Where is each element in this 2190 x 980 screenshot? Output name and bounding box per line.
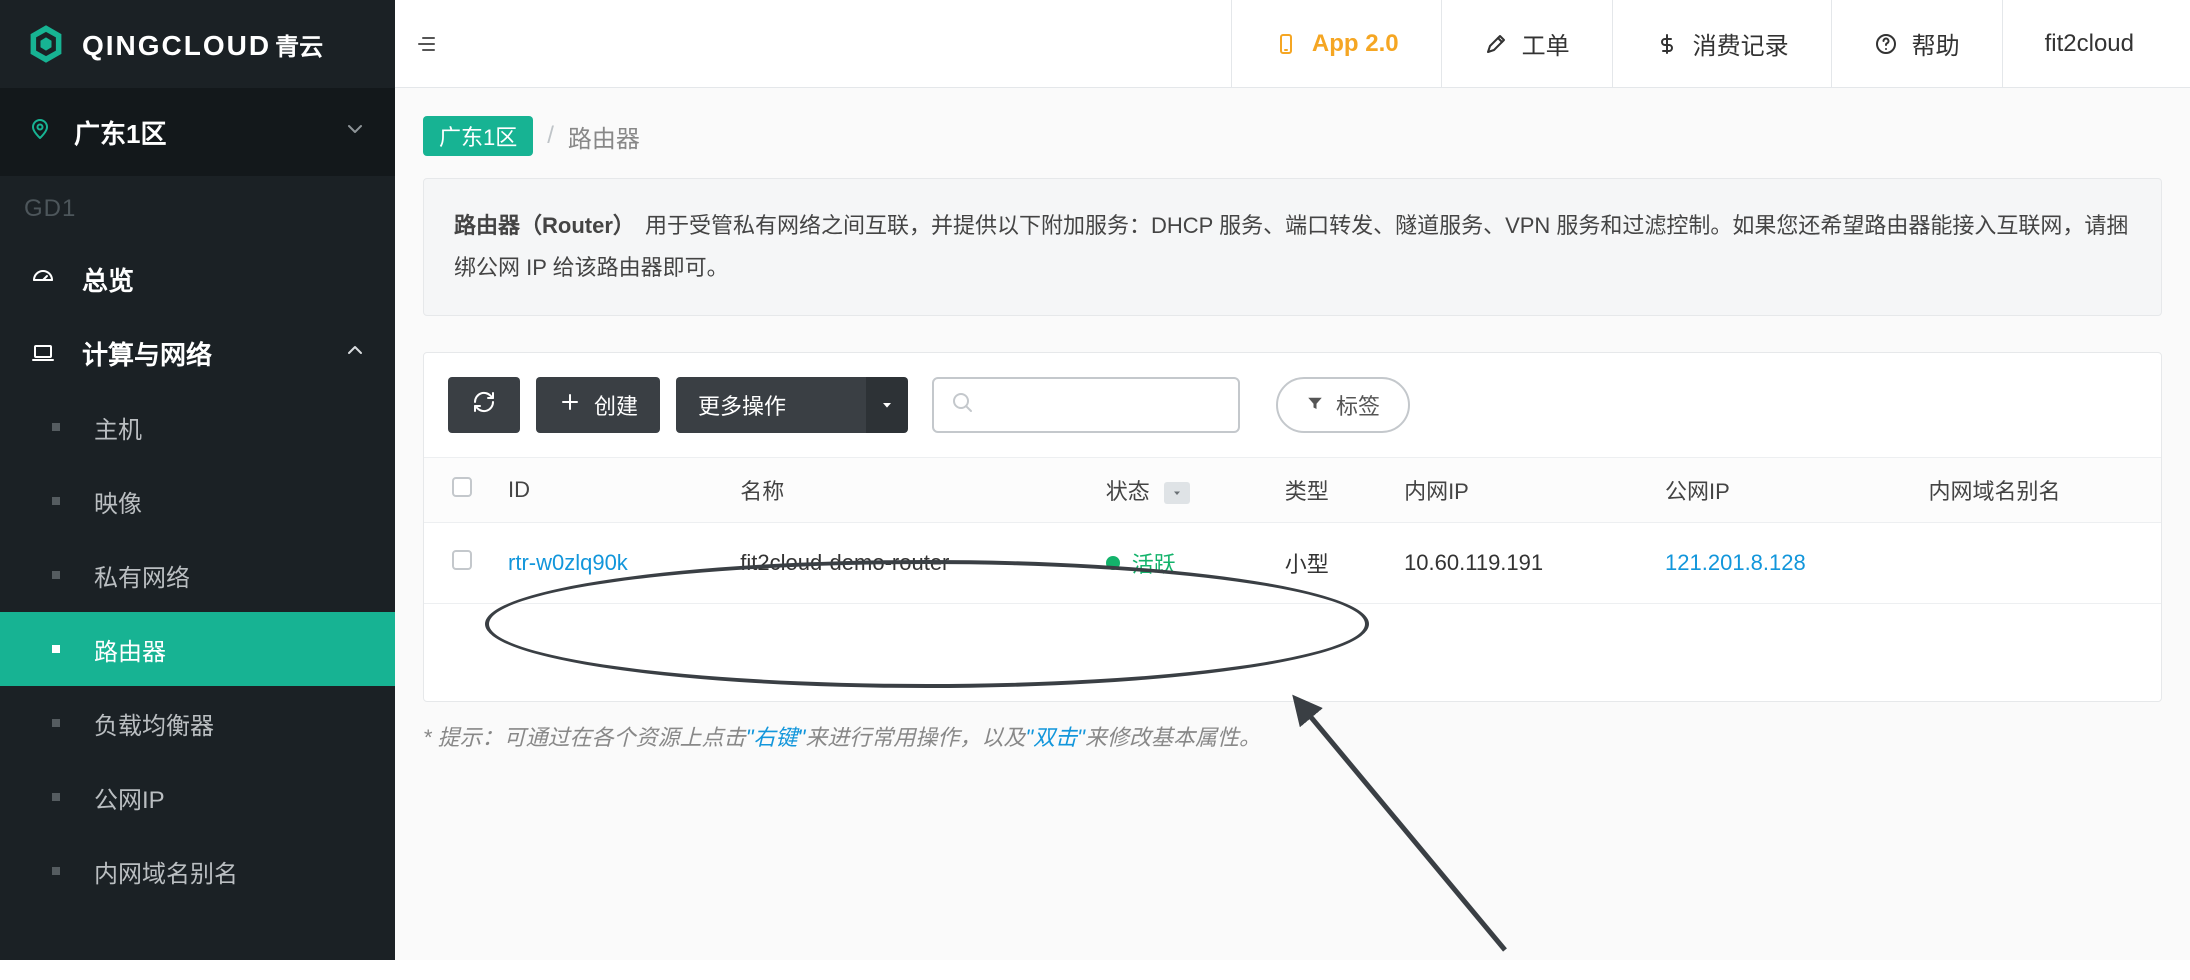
bullet-icon <box>52 793 60 801</box>
th-private-ip: 内网IP <box>1386 457 1647 522</box>
search-input[interactable] <box>986 392 1274 418</box>
more-actions-label: 更多操作 <box>698 389 786 421</box>
tag-filter-label: 标签 <box>1336 389 1380 421</box>
bullet-icon <box>52 719 60 727</box>
region-label: 广东1区 <box>74 114 343 151</box>
chevron-up-icon <box>343 338 367 368</box>
topbar-app-label: App 2.0 <box>1312 30 1399 58</box>
topbar-app[interactable]: App 2.0 <box>1231 0 1441 87</box>
sidebar-item-label: 主机 <box>94 410 142 445</box>
tag-filter-button[interactable]: 标签 <box>1276 377 1410 433</box>
row-alias <box>1910 522 2161 603</box>
sidebar-item-label: 映像 <box>94 484 142 519</box>
help-icon <box>1874 32 1898 56</box>
status-filter-dropdown[interactable] <box>1164 482 1190 504</box>
bullet-icon <box>52 497 60 505</box>
search-box[interactable] <box>932 377 1240 433</box>
topbar: App 2.0 工单 消费记录 帮助 fit2cloud <box>395 0 2190 88</box>
topbar-ticket[interactable]: 工单 <box>1441 0 1612 87</box>
dashboard-icon <box>28 267 58 291</box>
region-code: GD1 <box>0 176 395 242</box>
caret-down-icon <box>343 117 367 147</box>
sidebar-item-label: 公网IP <box>94 780 165 815</box>
table-header-row: ID 名称 状态 类型 内网IP 公网IP 内网域名别名 <box>424 457 2161 522</box>
filter-icon <box>1306 392 1324 418</box>
topbar-billing[interactable]: 消费记录 <box>1612 0 1831 87</box>
sidebar: QINGCLOUD青云 广东1区 GD1 总览 计算与网络 主机映像私有网络路由… <box>0 0 395 960</box>
sidebar-item-label: 路由器 <box>94 632 166 667</box>
sidebar-item-0[interactable]: 主机 <box>0 390 395 464</box>
topbar-help-label: 帮助 <box>1912 26 1960 61</box>
row-name: fit2cloud-demo-router <box>722 522 1087 603</box>
router-panel: 创建 更多操作 标签 ID 名称 状 <box>423 352 2162 702</box>
refresh-icon <box>472 390 496 420</box>
sidebar-item-6[interactable]: 内网域名别名 <box>0 834 395 908</box>
row-id-link[interactable]: rtr-w0zlq90k <box>508 550 628 575</box>
bullet-icon <box>52 423 60 431</box>
breadcrumb: 广东1区 / 路由器 <box>395 88 2190 174</box>
row-checkbox[interactable] <box>452 550 472 570</box>
brand[interactable]: QINGCLOUD青云 <box>0 0 395 88</box>
row-type: 小型 <box>1267 522 1386 603</box>
info-banner: 路由器（Router） 用于受管私有网络之间互联，并提供以下附加服务：DHCP … <box>423 178 2162 316</box>
brand-logo-icon <box>24 22 68 66</box>
caret-down-icon <box>866 377 908 433</box>
info-title: 路由器（Router） <box>454 213 635 238</box>
ticket-icon <box>1484 32 1508 56</box>
select-all-checkbox[interactable] <box>452 477 472 497</box>
info-text: 用于受管私有网络之间互联，并提供以下附加服务：DHCP 服务、端口转发、隧道服务… <box>454 213 2128 280</box>
breadcrumb-separator: / <box>547 122 554 150</box>
row-private-ip: 10.60.119.191 <box>1386 522 1647 603</box>
th-alias: 内网域名别名 <box>1910 457 2161 522</box>
th-status: 状态 <box>1088 457 1267 522</box>
refresh-button[interactable] <box>448 377 520 433</box>
topbar-help[interactable]: 帮助 <box>1831 0 2002 87</box>
create-button-label: 创建 <box>594 389 638 421</box>
sidebar-item-1[interactable]: 映像 <box>0 464 395 538</box>
main-content: 广东1区 / 路由器 路由器（Router） 用于受管私有网络之间互联，并提供以… <box>395 88 2190 960</box>
region-selector[interactable]: 广东1区 <box>0 88 395 176</box>
sidebar-item-label: 私有网络 <box>94 558 190 593</box>
more-actions-select[interactable]: 更多操作 <box>676 377 900 433</box>
status-dot-icon <box>1106 556 1120 570</box>
table-row[interactable]: rtr-w0zlq90k fit2cloud-demo-router 活跃 小型10.… <box>424 522 2161 603</box>
th-public-ip: 公网IP <box>1647 457 1910 522</box>
sidebar-group-compute[interactable]: 计算与网络 <box>0 316 395 390</box>
toolbar: 创建 更多操作 标签 <box>424 377 2161 457</box>
bullet-icon <box>52 571 60 579</box>
sidebar-toggle[interactable] <box>395 0 457 87</box>
topbar-ticket-label: 工单 <box>1522 26 1570 61</box>
th-name: 名称 <box>722 457 1087 522</box>
plus-icon <box>558 390 582 420</box>
topbar-billing-label: 消费记录 <box>1693 26 1789 61</box>
topbar-user-label: fit2cloud <box>2045 30 2134 58</box>
topbar-user[interactable]: fit2cloud <box>2002 0 2190 87</box>
laptop-icon <box>28 341 58 365</box>
breadcrumb-current: 路由器 <box>568 119 640 154</box>
sidebar-item-label: 内网域名别名 <box>94 854 238 889</box>
bullet-icon <box>52 867 60 875</box>
sidebar-item-label: 总览 <box>82 261 134 298</box>
sidebar-item-label: 负载均衡器 <box>94 706 214 741</box>
sidebar-item-2[interactable]: 私有网络 <box>0 538 395 612</box>
row-public-ip-link[interactable]: 121.201.8.128 <box>1665 550 1806 575</box>
th-type: 类型 <box>1267 457 1386 522</box>
router-table: ID 名称 状态 类型 内网IP 公网IP 内网域名别名 rtr-w0zlq90… <box>424 457 2161 604</box>
sidebar-item-overview[interactable]: 总览 <box>0 242 395 316</box>
create-button[interactable]: 创建 <box>536 377 660 433</box>
bullet-icon <box>52 645 60 653</box>
sidebar-item-label: 计算与网络 <box>82 335 212 372</box>
dollar-icon <box>1655 32 1679 56</box>
map-pin-icon <box>28 117 52 147</box>
hint-text: * 提示：可通过在各个资源上点击"右键"来进行常用操作，以及"双击"来修改基本属… <box>423 720 2162 752</box>
breadcrumb-region[interactable]: 广东1区 <box>423 116 533 156</box>
brand-name: QINGCLOUD青云 <box>82 27 323 62</box>
phone-icon <box>1274 32 1298 56</box>
row-status: 活跃 <box>1106 547 1176 579</box>
sidebar-item-4[interactable]: 负载均衡器 <box>0 686 395 760</box>
sidebar-item-5[interactable]: 公网IP <box>0 760 395 834</box>
sidebar-item-3[interactable]: 路由器 <box>0 612 395 686</box>
th-id: ID <box>490 457 722 522</box>
search-icon <box>950 390 974 420</box>
